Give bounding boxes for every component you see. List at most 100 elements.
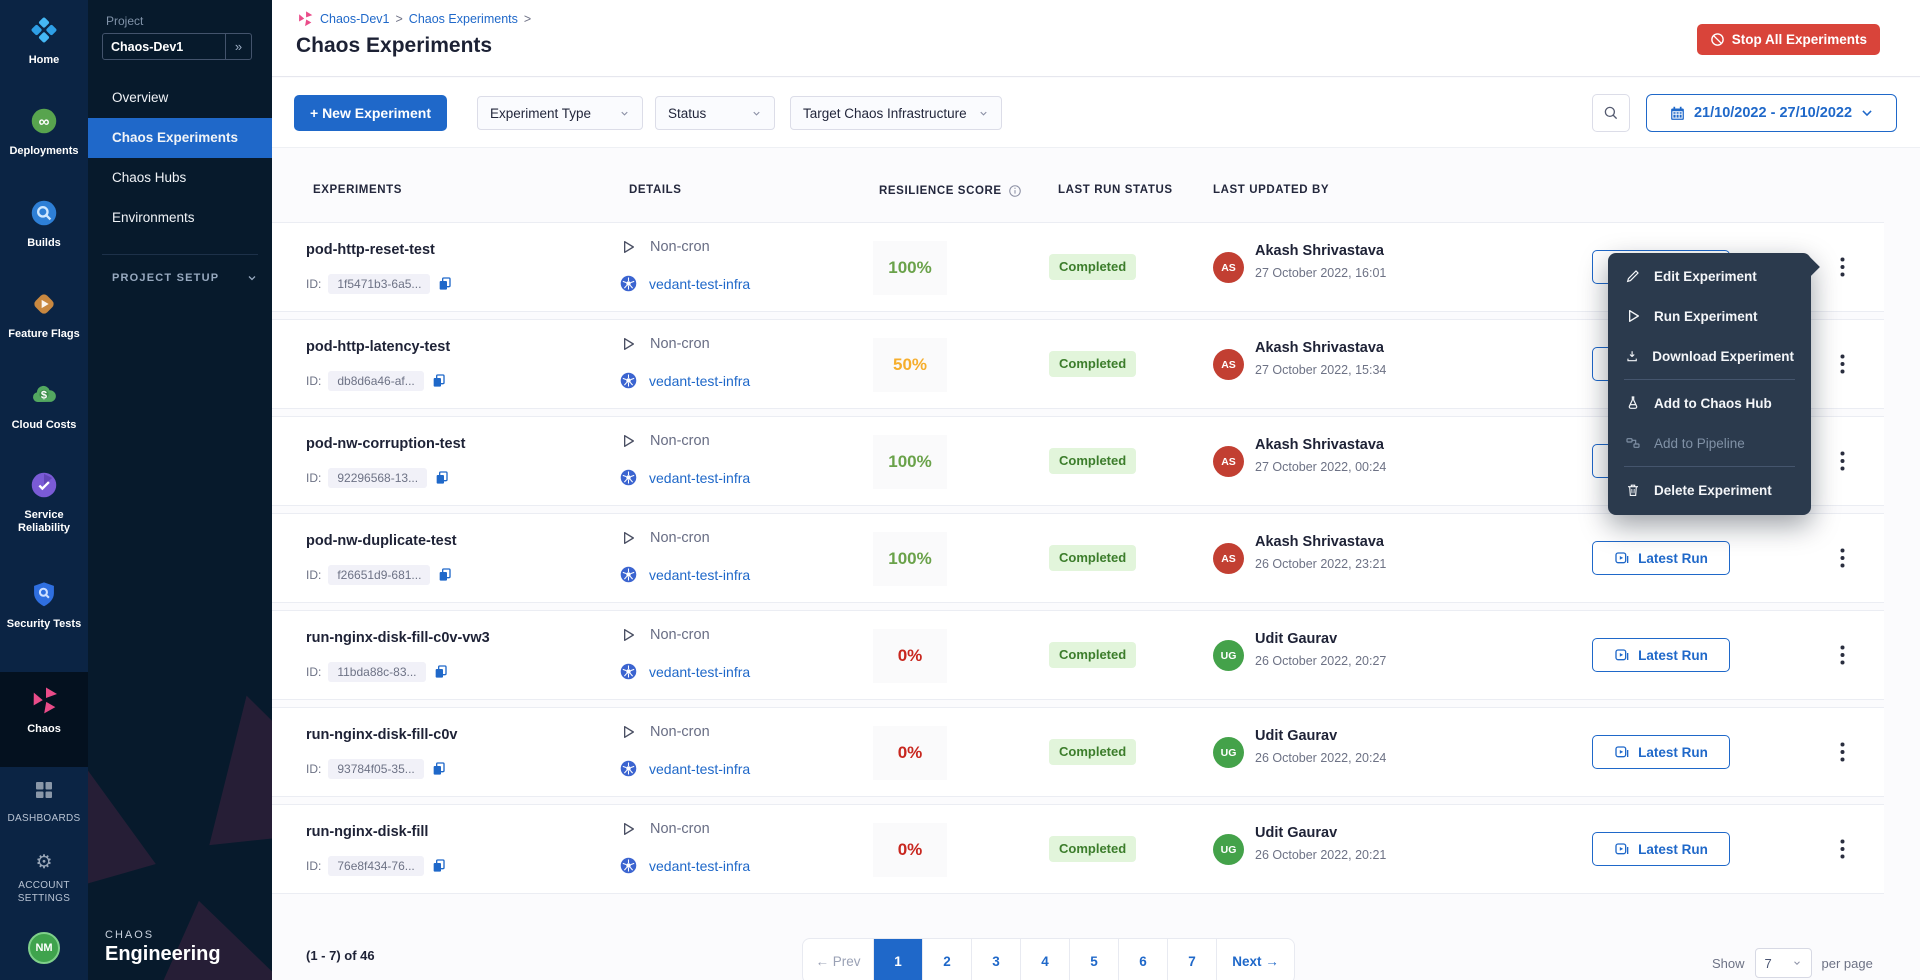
page-button[interactable]: 7 — [1168, 938, 1217, 980]
play-outline-icon — [620, 821, 636, 837]
copy-icon[interactable] — [431, 373, 447, 389]
experiment-name[interactable]: run-nginx-disk-fill — [306, 824, 428, 840]
row-menu-kebab-icon[interactable] — [1828, 538, 1856, 578]
resilience-score: 50% — [873, 338, 947, 392]
page-button[interactable]: 4 — [1021, 938, 1070, 980]
sidebar-item-chaos[interactable]: Chaos — [0, 672, 88, 767]
sidebar-user-avatar[interactable]: NM — [0, 932, 88, 964]
project-setup-toggle[interactable]: PROJECT SETUP — [112, 272, 258, 284]
breadcrumb: Chaos-Dev1 > Chaos Experiments > — [297, 10, 531, 27]
menu-item-delete-experiment[interactable]: Delete Experiment — [1608, 470, 1811, 510]
infrastructure-link[interactable]: vedant-test-infra — [649, 567, 750, 583]
updated-by-name: Akash Shrivastava — [1255, 437, 1384, 453]
row-menu-kebab-icon[interactable] — [1828, 829, 1856, 869]
menu-item-add-to-pipeline[interactable]: Add to Pipeline — [1608, 423, 1811, 463]
menu-item-label: Run Experiment — [1654, 309, 1758, 324]
copy-icon[interactable] — [433, 664, 449, 680]
row-menu-kebab-icon[interactable] — [1828, 635, 1856, 675]
experiment-infrastructure: vedant-test-infra — [620, 760, 750, 777]
page-button[interactable]: 6 — [1119, 938, 1168, 980]
experiment-type-filter[interactable]: Experiment Type — [477, 96, 643, 130]
nav-item-overview[interactable]: Overview — [88, 78, 272, 118]
copy-icon[interactable] — [434, 470, 450, 486]
experiment-infrastructure: vedant-test-infra — [620, 469, 750, 486]
row-menu-kebab-icon[interactable] — [1828, 732, 1856, 772]
resilience-score-value: 100% — [888, 258, 931, 278]
avatar: NM — [28, 932, 60, 964]
experiment-name[interactable]: run-nginx-disk-fill-c0v — [306, 727, 457, 743]
row-menu-kebab-icon[interactable] — [1828, 441, 1856, 481]
sidebar-item-home[interactable]: Home — [0, 16, 88, 67]
experiment-name[interactable]: pod-nw-corruption-test — [306, 436, 465, 452]
status-badge: Completed — [1049, 545, 1136, 571]
experiment-name[interactable]: pod-http-reset-test — [306, 242, 435, 258]
new-experiment-button[interactable]: + New Experiment — [294, 95, 447, 131]
latest-run-button[interactable]: Latest Run — [1592, 735, 1730, 769]
nav-item-chaos-experiments[interactable]: Chaos Experiments — [88, 118, 272, 158]
nav-item-chaos-hubs[interactable]: Chaos Hubs — [88, 158, 272, 198]
sidebar-item-service-reliability[interactable]: Service Reliability — [0, 471, 88, 535]
infrastructure-link[interactable]: vedant-test-infra — [649, 470, 750, 486]
infrastructure-link[interactable]: vedant-test-infra — [649, 664, 750, 680]
menu-item-download-experiment[interactable]: Download Experiment — [1608, 336, 1811, 376]
target-infrastructure-filter[interactable]: Target Chaos Infrastructure — [790, 96, 1002, 130]
latest-run-button[interactable]: Latest Run — [1592, 638, 1730, 672]
latest-run-button[interactable]: Latest Run — [1592, 832, 1730, 866]
play-outline-icon — [620, 433, 636, 449]
breadcrumb-link-project[interactable]: Chaos-Dev1 — [320, 12, 389, 26]
status-badge: Completed — [1049, 642, 1136, 668]
latest-run-label: Latest Run — [1638, 842, 1708, 857]
row-menu-kebab-icon[interactable] — [1828, 344, 1856, 384]
menu-item-run-experiment[interactable]: Run Experiment — [1608, 296, 1811, 336]
copy-icon[interactable] — [431, 761, 447, 777]
chaos-logo-icon — [297, 10, 314, 27]
expand-project-icon[interactable]: » — [225, 34, 251, 59]
row-menu-kebab-icon[interactable] — [1828, 247, 1856, 287]
breadcrumb-link-experiments[interactable]: Chaos Experiments — [409, 12, 518, 26]
project-nav: Overview Chaos Experiments Chaos Hubs En… — [88, 78, 272, 238]
status-filter[interactable]: Status — [655, 96, 775, 130]
infrastructure-link[interactable]: vedant-test-infra — [649, 761, 750, 777]
sidebar-item-feature-flags[interactable]: Feature Flags — [0, 290, 88, 341]
copy-icon[interactable] — [431, 858, 447, 874]
page-button[interactable]: 5 — [1070, 938, 1119, 980]
experiment-name[interactable]: run-nginx-disk-fill-c0v-vw3 — [306, 630, 490, 646]
id-label: ID: — [306, 471, 321, 485]
page-button[interactable]: 2 — [923, 938, 972, 980]
info-icon[interactable] — [1008, 184, 1022, 198]
page-button[interactable]: 3 — [972, 938, 1021, 980]
id-label: ID: — [306, 762, 321, 776]
sidebar-item-account-settings[interactable]: ⚙ ACCOUNT SETTINGS — [0, 852, 88, 905]
next-page-button[interactable]: Next → — [1217, 938, 1295, 980]
sidebar-item-deployments[interactable]: ∞ Deployments — [0, 107, 88, 158]
avatar: UG — [1213, 834, 1244, 865]
resilience-score: 100% — [873, 241, 947, 295]
sidebar-item-builds[interactable]: Builds — [0, 199, 88, 250]
search-button[interactable] — [1592, 94, 1630, 132]
sidebar-item-cloud-costs[interactable]: $ Cloud Costs — [0, 381, 88, 432]
infrastructure-link[interactable]: vedant-test-infra — [649, 373, 750, 389]
stop-all-experiments-button[interactable]: Stop All Experiments — [1697, 24, 1880, 55]
copy-icon[interactable] — [437, 276, 453, 292]
nav-item-environments[interactable]: Environments — [88, 198, 272, 238]
prev-page-button[interactable]: ← Prev — [802, 938, 874, 980]
menu-item-add-to-chaos-hub[interactable]: Add to Chaos Hub — [1608, 383, 1811, 423]
sidebar-item-security-tests[interactable]: Security Tests — [0, 580, 88, 631]
table-row: pod-nw-duplicate-test ID: f26651d9-681..… — [272, 513, 1884, 603]
date-range-picker[interactable]: 21/10/2022 - 27/10/2022 — [1646, 94, 1897, 132]
module-sidebar: Home ∞ Deployments Builds Feature Flags … — [0, 0, 88, 980]
menu-item-edit-experiment[interactable]: Edit Experiment — [1608, 256, 1811, 296]
experiment-type: Non-cron — [620, 821, 710, 837]
latest-run-button[interactable]: Latest Run — [1592, 541, 1730, 575]
infrastructure-link[interactable]: vedant-test-infra — [649, 858, 750, 874]
page-size-select[interactable]: 7 — [1755, 948, 1812, 978]
resilience-score-value: 0% — [898, 840, 923, 860]
copy-icon[interactable] — [437, 567, 453, 583]
infrastructure-link[interactable]: vedant-test-infra — [649, 276, 750, 292]
experiment-name[interactable]: pod-nw-duplicate-test — [306, 533, 457, 549]
sidebar-item-dashboards[interactable]: DASHBOARDS — [0, 778, 88, 825]
experiment-name[interactable]: pod-http-latency-test — [306, 339, 450, 355]
page-button[interactable]: 1 — [874, 938, 923, 980]
experiment-type: Non-cron — [620, 336, 710, 352]
project-selector[interactable]: Chaos-Dev1 » — [102, 33, 252, 60]
